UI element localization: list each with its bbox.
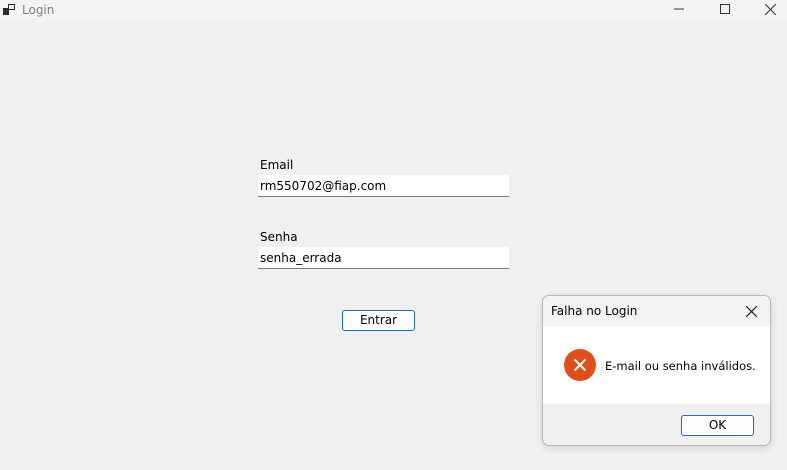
dialog-close-button[interactable] xyxy=(741,303,761,319)
email-label: Email xyxy=(260,158,294,172)
close-icon xyxy=(745,305,757,317)
enter-button[interactable]: Entrar xyxy=(342,310,415,331)
dialog-title: Falha no Login xyxy=(551,304,638,318)
password-label: Senha xyxy=(260,230,298,244)
close-icon xyxy=(764,3,776,15)
login-error-dialog: Falha no Login E-mail ou senha inválidos… xyxy=(542,295,771,446)
close-button[interactable] xyxy=(747,0,787,18)
minimize-button[interactable] xyxy=(656,0,702,18)
login-window: Login Email Senha Entrar Falha no Login xyxy=(0,0,787,470)
title-bar[interactable]: Login xyxy=(0,0,787,22)
window-title: Login xyxy=(22,3,55,17)
maximize-button[interactable] xyxy=(702,0,748,18)
error-icon xyxy=(564,349,596,381)
email-field[interactable] xyxy=(258,175,509,197)
minimize-icon xyxy=(674,8,684,10)
app-icon xyxy=(3,4,15,15)
dialog-body: E-mail ou senha inválidos. xyxy=(543,326,770,404)
ok-button[interactable]: OK xyxy=(681,415,754,436)
dialog-message: E-mail ou senha inválidos. xyxy=(605,359,756,373)
password-field[interactable] xyxy=(258,247,509,269)
maximize-icon xyxy=(720,4,730,14)
dialog-title-bar[interactable]: Falha no Login xyxy=(543,296,770,326)
